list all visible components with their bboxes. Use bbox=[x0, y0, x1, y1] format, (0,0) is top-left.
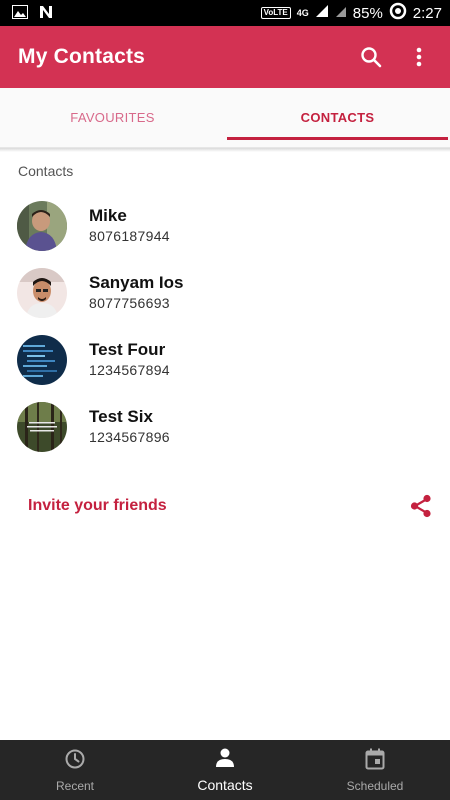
battery-level: 85% bbox=[352, 4, 383, 22]
signal-icon bbox=[315, 4, 329, 22]
contact-row-mike[interactable]: Mike 8076187944 bbox=[0, 192, 450, 259]
contact-phone: 1234567894 bbox=[89, 362, 170, 378]
clock-time: 2:27 bbox=[412, 4, 442, 22]
avatar bbox=[17, 334, 67, 385]
volte-badge: VoLTE bbox=[260, 7, 291, 19]
tab-selected-indicator bbox=[227, 137, 448, 140]
clock-icon bbox=[64, 748, 86, 775]
app-title: My Contacts bbox=[18, 45, 146, 68]
contact-phone: 8077756693 bbox=[89, 295, 170, 311]
avatar bbox=[17, 401, 67, 452]
avatar bbox=[17, 267, 67, 318]
n-notification-icon bbox=[38, 4, 54, 23]
contact-row-test-six[interactable]: Test Six 1234567896 bbox=[0, 393, 450, 460]
status-bar: VoLTE 4G 85% 2:27 bbox=[0, 0, 450, 26]
search-icon[interactable] bbox=[358, 44, 384, 70]
image-notification-icon bbox=[12, 4, 28, 22]
contact-phone: 8076187944 bbox=[89, 228, 170, 244]
more-vert-icon[interactable] bbox=[406, 44, 432, 70]
contact-list: Mike 8076187944 Sanyam Ios 8077756693 Te… bbox=[0, 192, 450, 460]
contact-row-sanyam-ios[interactable]: Sanyam Ios 8077756693 bbox=[0, 259, 450, 326]
contact-name: Test Four bbox=[89, 340, 166, 359]
network-type: 4G bbox=[296, 8, 309, 18]
contact-row-test-four[interactable]: Test Four 1234567894 bbox=[0, 326, 450, 393]
contact-name: Sanyam Ios bbox=[89, 273, 184, 292]
nav-contacts[interactable]: Contacts bbox=[150, 740, 300, 800]
tab-contacts-label: CONTACTS bbox=[300, 110, 375, 125]
contact-name: Test Six bbox=[89, 407, 153, 426]
app-bar: My Contacts bbox=[0, 26, 450, 88]
contact-phone: 1234567896 bbox=[89, 429, 170, 445]
tabs-shadow bbox=[0, 148, 450, 152]
tab-favourites[interactable]: FAVOURITES bbox=[0, 88, 225, 147]
invite-friends-label: Invite your friends bbox=[28, 497, 167, 514]
tab-bar: FAVOURITES CONTACTS bbox=[0, 88, 450, 148]
section-header: Contacts bbox=[18, 163, 74, 179]
calendar-icon bbox=[365, 748, 385, 775]
battery-ring-icon bbox=[389, 2, 407, 24]
bottom-navigation: Recent Contacts Scheduled bbox=[0, 740, 450, 800]
person-icon bbox=[214, 748, 236, 773]
nav-scheduled[interactable]: Scheduled bbox=[300, 740, 450, 800]
contact-name: Mike bbox=[89, 206, 127, 225]
nav-contacts-label: Contacts bbox=[197, 776, 253, 793]
share-icon[interactable] bbox=[408, 493, 434, 519]
avatar bbox=[17, 200, 67, 251]
nav-scheduled-label: Scheduled bbox=[346, 778, 404, 793]
invite-friends-row[interactable]: Invite your friends bbox=[0, 485, 450, 527]
tab-contacts[interactable]: CONTACTS bbox=[225, 88, 450, 147]
nav-recent[interactable]: Recent bbox=[0, 740, 150, 800]
signal-secondary-icon bbox=[335, 5, 347, 22]
tab-favourites-label: FAVOURITES bbox=[70, 110, 155, 125]
nav-recent-label: Recent bbox=[55, 778, 95, 793]
